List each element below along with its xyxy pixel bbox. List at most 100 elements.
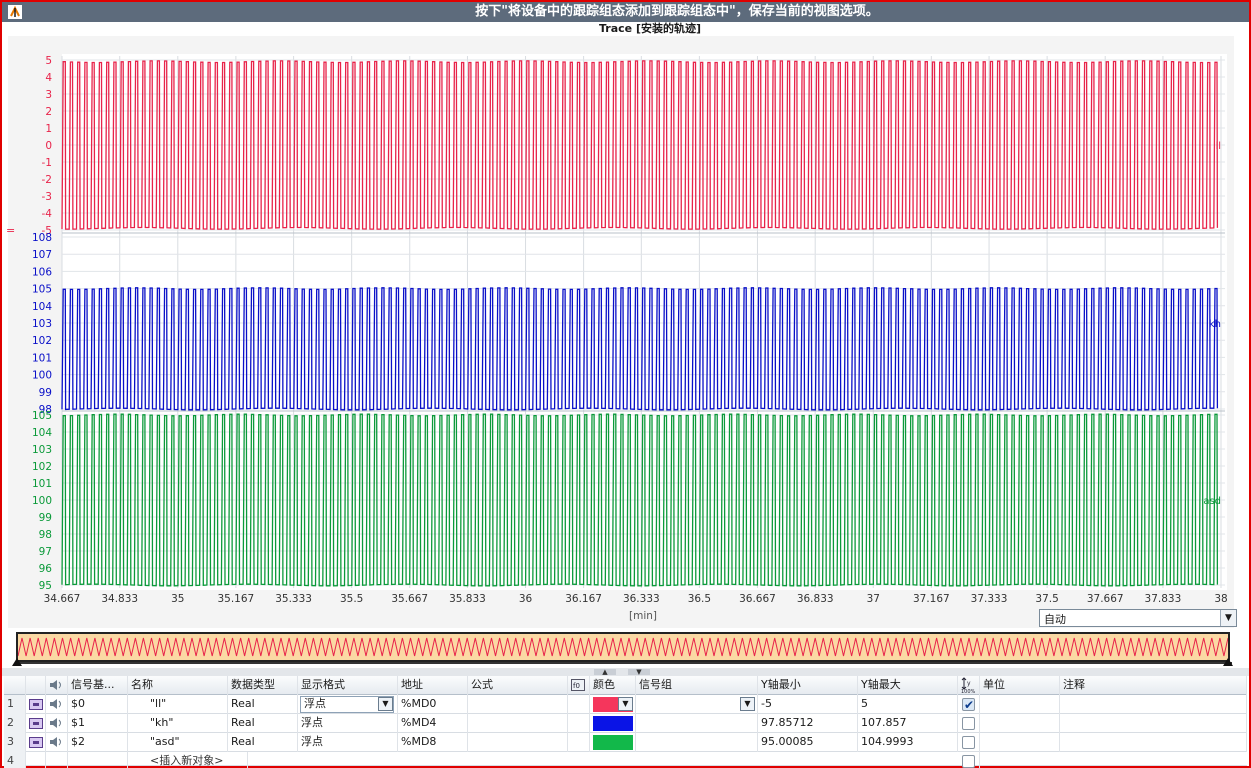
chevron-down-icon[interactable]: ▼ — [618, 697, 633, 711]
y-scale-cell — [958, 714, 980, 733]
header-y-max[interactable]: Y轴最大 — [858, 676, 958, 695]
y-scale-checkbox[interactable] — [962, 755, 975, 768]
speaker-icon[interactable] — [49, 717, 65, 729]
signal-base-cell: $0 — [68, 695, 128, 714]
formula-cell[interactable] — [468, 695, 568, 714]
trace-chart-svg[interactable]: 34.667 34.833 35 35.167 35.333 35.5 35.667 35.8… — [0, 0, 1251, 630]
row-number: 3 — [4, 733, 26, 752]
y-tick-label: 105 — [32, 284, 52, 296]
formula-editor-cell — [568, 733, 590, 752]
header-formula[interactable]: 公式 — [468, 676, 568, 695]
pane-splitter[interactable] — [2, 668, 1249, 676]
signal-base-cell: $1 — [68, 714, 128, 733]
signal-group-cell[interactable] — [636, 733, 758, 752]
unit-cell[interactable] — [980, 695, 1060, 714]
color-cell[interactable] — [590, 714, 636, 733]
table-row[interactable]: 1 $0 "ll" Real 浮点 ▼ %MD0 ▼ ▼ -5 5 — [4, 695, 1247, 714]
signal-name-cell[interactable]: "ll" — [128, 695, 228, 714]
y-tick-label: 3 — [45, 89, 52, 101]
chevron-down-icon[interactable]: ▼ — [1220, 610, 1236, 626]
y-min-cell[interactable]: 97.85712 — [758, 714, 858, 733]
signal-group-cell[interactable]: ▼ — [636, 695, 758, 714]
comment-cell[interactable] — [1060, 714, 1247, 733]
panel-link-marker: = — [6, 224, 15, 237]
header-name[interactable]: 名称 — [128, 676, 228, 695]
formula-editor-icon[interactable]: f0 — [568, 676, 590, 695]
header-signal-base[interactable]: 信号基... — [68, 676, 128, 695]
signal-name-cell[interactable]: "asd" — [128, 733, 228, 752]
y-tick-label: 102 — [32, 335, 52, 347]
header-y-min[interactable]: Y轴最小 — [758, 676, 858, 695]
color-cell[interactable]: ▼ — [590, 695, 636, 714]
header-signal-group[interactable]: 信号组 — [636, 676, 758, 695]
y-min-cell[interactable]: -5 — [758, 695, 858, 714]
table-row[interactable]: 2 $1 "kh" Real 浮点 %MD4 97.85712 107.857 — [4, 714, 1247, 733]
range-start-handle[interactable] — [12, 658, 22, 666]
x-tick-label: 37.833 — [1145, 593, 1182, 605]
chevron-down-icon[interactable]: ▼ — [378, 697, 393, 711]
display-format-cell[interactable]: 浮点 — [298, 714, 398, 733]
color-cell[interactable] — [590, 733, 636, 752]
header-data-type[interactable]: 数据类型 — [228, 676, 298, 695]
color-swatch[interactable] — [593, 716, 633, 731]
collapse-down-icon[interactable]: ▼ — [628, 669, 650, 676]
unit-cell[interactable] — [980, 733, 1060, 752]
series-label: ll — [1215, 141, 1221, 152]
y-scale-100-icon[interactable]: y 100% — [958, 676, 980, 695]
y-min-cell[interactable]: 95.00085 — [758, 733, 858, 752]
y-tick-label: 100 — [32, 495, 52, 507]
signal-name-cell[interactable]: "kh" — [128, 714, 228, 733]
header-color[interactable]: 颜色 — [590, 676, 636, 695]
comment-cell[interactable] — [1060, 733, 1247, 752]
y-tick-label: 107 — [32, 249, 52, 261]
y-tick-label: 101 — [32, 352, 52, 364]
y-tick-label: 99 — [39, 512, 52, 524]
y-tick-label: 4 — [45, 72, 52, 84]
y-scale-checkbox[interactable] — [962, 736, 975, 749]
y-max-cell[interactable]: 5 — [858, 695, 958, 714]
header-unit[interactable]: 单位 — [980, 676, 1060, 695]
signal-base-cell: $2 — [68, 733, 128, 752]
y-scale-checkbox[interactable] — [962, 717, 975, 730]
x-tick-label: 34.667 — [44, 593, 81, 605]
x-tick-label: 35.167 — [217, 593, 254, 605]
range-end-handle[interactable] — [1223, 658, 1233, 666]
y-tick-label: 103 — [32, 318, 52, 330]
formula-cell[interactable] — [468, 714, 568, 733]
x-tick-label: 37.5 — [1035, 593, 1058, 605]
add-row[interactable]: 4 <插入新对象> — [4, 752, 1247, 768]
y-max-cell[interactable]: 107.857 — [858, 714, 958, 733]
signal-type-cell — [26, 752, 46, 768]
y-tick-label: 103 — [32, 444, 52, 456]
y-scale-checkbox[interactable] — [962, 696, 975, 714]
zoom-mode-select[interactable]: 自动 ▼ — [1039, 609, 1237, 627]
collapse-up-icon[interactable]: ▲ — [594, 669, 616, 676]
series-label: kh — [1209, 319, 1221, 330]
address-cell: %MD0 — [398, 695, 468, 714]
unit-cell[interactable] — [980, 714, 1060, 733]
header-comment[interactable]: 注释 — [1060, 676, 1247, 695]
signal-type-cell — [26, 714, 46, 733]
chevron-down-icon[interactable]: ▼ — [740, 697, 755, 711]
speaker-icon[interactable] — [49, 698, 65, 710]
comment-cell[interactable] — [1060, 695, 1247, 714]
table-row[interactable]: 3 $2 "asd" Real 浮点 %MD8 95.00085 104.9993 — [4, 733, 1247, 752]
signal-group-cell[interactable] — [636, 714, 758, 733]
header-address[interactable]: 地址 — [398, 676, 468, 695]
data-type-cell: Real — [228, 695, 298, 714]
signal-table: 信号基... 名称 数据类型 显示格式 地址 公式 f0 颜色 信号组 Y轴最小… — [4, 676, 1247, 768]
display-format-cell[interactable]: 浮点 — [298, 733, 398, 752]
y-tick-label: -3 — [42, 191, 52, 203]
color-swatch[interactable] — [593, 735, 633, 750]
add-new-object[interactable]: <插入新对象> — [128, 752, 248, 768]
signal-icon — [29, 718, 43, 729]
x-tick-label: 36.667 — [739, 593, 776, 605]
data-type-cell: Real — [228, 733, 298, 752]
speaker-icon[interactable] — [49, 736, 65, 748]
y-max-cell[interactable]: 104.9993 — [858, 733, 958, 752]
formula-cell[interactable] — [468, 733, 568, 752]
header-display-format[interactable]: 显示格式 — [298, 676, 398, 695]
display-format-cell[interactable]: 浮点 ▼ — [298, 695, 398, 714]
speaker-cell — [46, 733, 68, 752]
overview-strip[interactable] — [16, 632, 1230, 662]
